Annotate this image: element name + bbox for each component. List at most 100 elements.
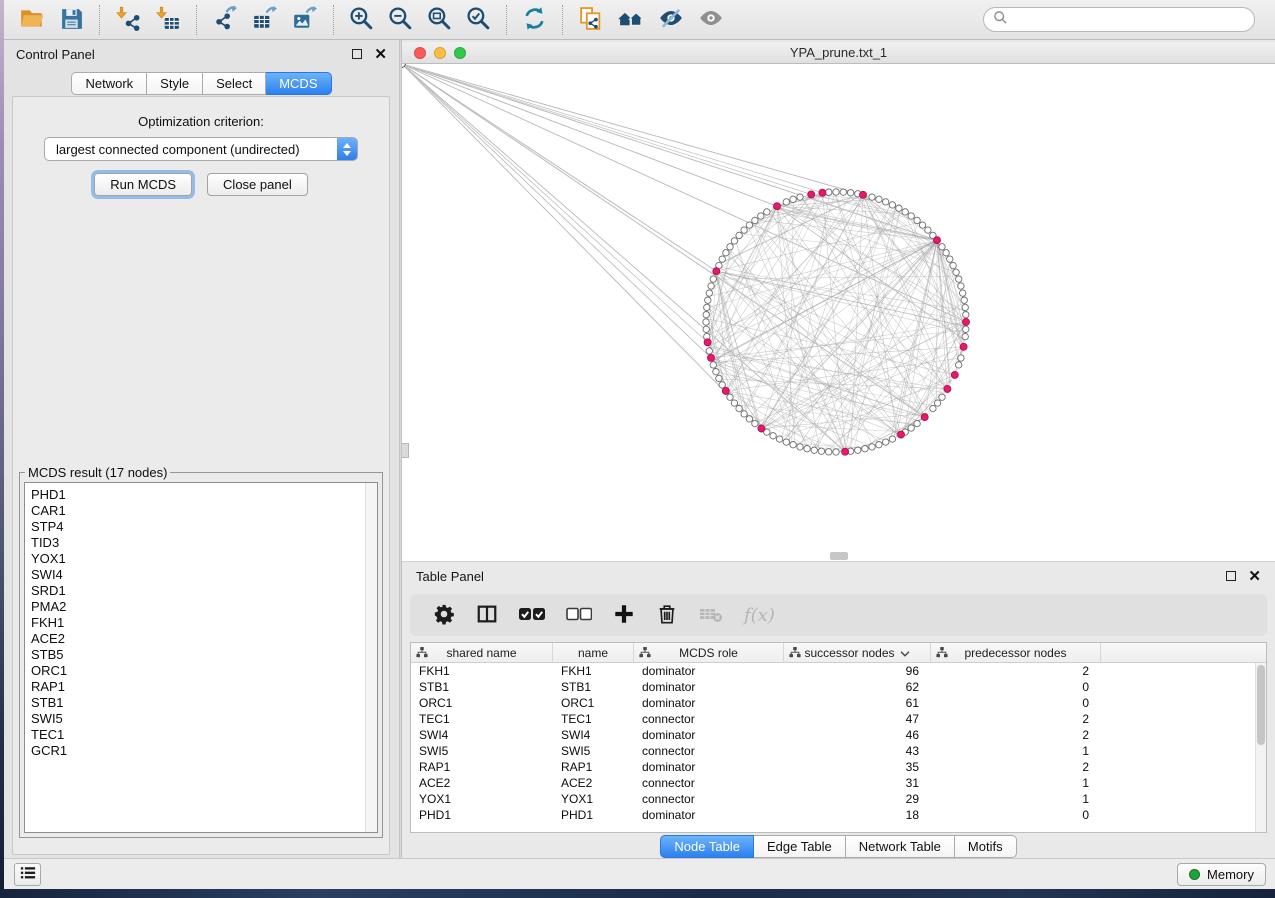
import-network-button[interactable]: [108, 3, 148, 36]
export-table-button[interactable]: [245, 3, 285, 36]
toolbar-separator: [196, 5, 197, 35]
table-row[interactable]: TEC1TEC1connector472: [411, 711, 1266, 727]
table-row[interactable]: SWI5SWI5connector431: [411, 743, 1266, 759]
maximize-window-icon[interactable]: [454, 47, 466, 59]
delete-table-button: [690, 598, 732, 633]
checkboxes-unchecked-button[interactable]: [557, 603, 601, 628]
mcds-result-node[interactable]: SWI4: [31, 567, 377, 583]
zoom-in-button[interactable]: [342, 4, 381, 36]
control-panel-tabs: NetworkStyleSelectMCDS: [4, 72, 399, 95]
minimize-window-icon[interactable]: [434, 47, 446, 59]
table-scrollbar-thumb[interactable]: [1257, 665, 1265, 745]
table-row[interactable]: PHD1PHD1dominator180: [411, 807, 1266, 823]
refresh-view-button[interactable]: [515, 4, 554, 36]
mcds-result-node[interactable]: STB5: [31, 647, 377, 663]
close-panel-button[interactable]: Close panel: [207, 173, 308, 196]
table-row[interactable]: RAP1RAP1dominator352: [411, 759, 1266, 775]
zoom-selected-button[interactable]: [459, 4, 498, 36]
task-history-button[interactable]: [14, 863, 41, 886]
canvas-bottom-grip[interactable]: [830, 552, 848, 560]
checkboxes-checked-button[interactable]: [510, 603, 554, 628]
close-table-panel-icon[interactable]: ✕: [1248, 569, 1261, 584]
split-columns-button[interactable]: [467, 599, 507, 632]
tab-style[interactable]: Style: [147, 72, 203, 95]
mcds-result-node[interactable]: TID3: [31, 535, 377, 551]
mcds-result-node[interactable]: SRD1: [31, 583, 377, 599]
criterion-dropdown[interactable]: largest connected component (undirected): [44, 137, 358, 161]
table-tab-edge-table[interactable]: Edge Table: [754, 835, 846, 858]
hide-selected-button[interactable]: [651, 3, 691, 36]
float-panel-icon[interactable]: [352, 49, 362, 59]
zoom-fit-button[interactable]: [420, 4, 459, 36]
export-network-icon: [212, 5, 238, 34]
main-toolbar: [4, 0, 1275, 40]
table-tab-node-table[interactable]: Node Table: [660, 835, 754, 858]
mcds-result-node[interactable]: TEC1: [31, 727, 377, 743]
mcds-result-node[interactable]: CAR1: [31, 503, 377, 519]
save-floppy-icon: [59, 6, 84, 34]
zoom-out-icon: [388, 6, 413, 34]
column-header-name[interactable]: name: [553, 643, 634, 662]
table-tab-motifs[interactable]: Motifs: [955, 835, 1017, 858]
table-settings-gear-button[interactable]: [424, 599, 464, 632]
shared-column-icon: [416, 647, 428, 661]
copy-style-icon: [578, 6, 603, 34]
export-network-button[interactable]: [205, 3, 245, 36]
result-list-scrollbar[interactable]: [365, 483, 377, 832]
table-panel: Table Panel ✕ f(x) shared namenameMCDS r…: [402, 561, 1275, 858]
memory-button[interactable]: Memory: [1177, 863, 1266, 886]
table-scrollbar[interactable]: [1255, 663, 1266, 832]
mcds-result-node[interactable]: FKH1: [31, 615, 377, 631]
first-neighbors-button[interactable]: [610, 3, 651, 37]
table-row[interactable]: STB1STB1dominator620: [411, 679, 1266, 695]
mcds-result-node[interactable]: RAP1: [31, 679, 377, 695]
canvas-left-grip[interactable]: [402, 443, 409, 458]
network-canvas[interactable]: [402, 64, 1275, 561]
function-builder-icon: f(x): [744, 605, 775, 626]
float-table-panel-icon[interactable]: [1226, 571, 1236, 581]
copy-style-button[interactable]: [571, 4, 610, 36]
search-box[interactable]: [983, 7, 1255, 32]
tab-select[interactable]: Select: [203, 72, 266, 95]
export-image-button[interactable]: [285, 3, 325, 36]
mcds-result-node[interactable]: SWI5: [31, 711, 377, 727]
mcds-result-node[interactable]: ACE2: [31, 631, 377, 647]
mcds-result-title: MCDS result (17 nodes): [25, 465, 170, 480]
mcds-result-node[interactable]: YOX1: [31, 551, 377, 567]
mcds-result-node[interactable]: PMA2: [31, 599, 377, 615]
table-row[interactable]: ORC1ORC1dominator610: [411, 695, 1266, 711]
column-header-successor-nodes[interactable]: successor nodes: [784, 643, 931, 662]
table-row[interactable]: ACE2ACE2connector311: [411, 775, 1266, 791]
tab-mcds[interactable]: MCDS: [266, 72, 331, 95]
open-folder-button[interactable]: [12, 3, 52, 36]
split-columns-icon: [476, 603, 498, 628]
save-floppy-button[interactable]: [52, 4, 91, 36]
column-header-predecessor-nodes[interactable]: predecessor nodes: [931, 643, 1101, 662]
control-panel-title: Control Panel: [16, 47, 95, 62]
mcds-result-node[interactable]: STP4: [31, 519, 377, 535]
mcds-result-node[interactable]: ORC1: [31, 663, 377, 679]
delete-column-button[interactable]: [647, 599, 687, 632]
table-row[interactable]: YOX1YOX1connector291: [411, 791, 1266, 807]
close-panel-icon[interactable]: ✕: [374, 47, 387, 62]
zoom-out-button[interactable]: [381, 4, 420, 36]
run-mcds-button[interactable]: Run MCDS: [94, 173, 192, 196]
mcds-result-node[interactable]: GCR1: [31, 743, 377, 759]
show-all-button[interactable]: [691, 3, 731, 36]
search-input[interactable]: [1014, 12, 1245, 27]
table-panel-title: Table Panel: [416, 569, 484, 584]
import-table-button[interactable]: [148, 3, 188, 36]
add-column-button[interactable]: [604, 599, 644, 632]
refresh-view-icon: [522, 6, 547, 34]
table-row[interactable]: FKH1FKH1dominator962: [411, 663, 1266, 679]
close-window-icon[interactable]: [414, 47, 426, 59]
memory-button-label: Memory: [1207, 867, 1254, 882]
column-header-mcds-role[interactable]: MCDS role: [634, 643, 784, 662]
column-header-shared-name[interactable]: shared name: [411, 643, 553, 662]
tab-network[interactable]: Network: [71, 72, 147, 95]
mcds-result-node[interactable]: STB1: [31, 695, 377, 711]
table-tab-network-table[interactable]: Network Table: [846, 835, 955, 858]
table-row[interactable]: SWI4SWI4dominator462: [411, 727, 1266, 743]
control-panel: Control Panel ✕ NetworkStyleSelectMCDS O…: [4, 40, 399, 858]
mcds-result-node[interactable]: PHD1: [31, 487, 377, 503]
